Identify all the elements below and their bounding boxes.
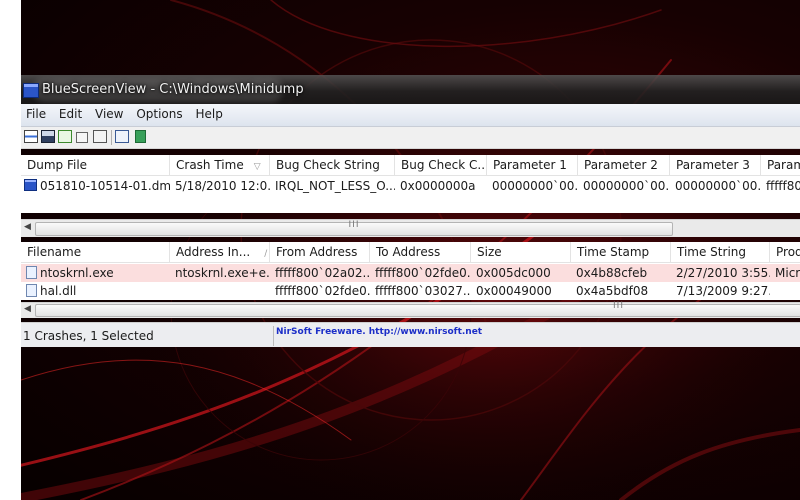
cell-time-string: 2/27/2010 3:55... bbox=[676, 266, 770, 280]
find-icon[interactable] bbox=[115, 130, 129, 143]
dump-file-icon bbox=[24, 179, 37, 191]
save-icon[interactable] bbox=[41, 130, 55, 143]
menu-view[interactable]: View bbox=[92, 104, 126, 121]
cell-from-address: fffff800`02fde0... bbox=[275, 284, 370, 298]
cell-time-stamp: 0x4b88cfeb bbox=[576, 266, 648, 280]
copy-icon[interactable] bbox=[76, 132, 88, 143]
properties-icon[interactable] bbox=[24, 130, 38, 143]
menu-help[interactable]: Help bbox=[192, 104, 225, 121]
cell-time-stamp: 0x4a5bdf08 bbox=[576, 284, 649, 298]
cell-product-name bbox=[770, 282, 800, 300]
column-parameter-3[interactable]: Parameter 3 bbox=[670, 155, 761, 175]
cell-bug-check-code: 0x0000000a bbox=[400, 179, 476, 193]
dump-file-name: 051810-10514-01.dmp bbox=[40, 179, 170, 193]
column-to-address[interactable]: To Address bbox=[370, 242, 471, 262]
cell-filename: hal.dll bbox=[21, 282, 170, 300]
dump-list-header: Dump File Crash Time ▽ Bug Check String B… bbox=[21, 155, 800, 176]
cell-bug-check-string: IRQL_NOT_LESS_O... bbox=[275, 179, 395, 193]
driver-row-ntoskrnl[interactable]: ntoskrnl.exe ntoskrnl.exe+e... fffff800`… bbox=[21, 264, 800, 282]
column-dump-file[interactable]: Dump File bbox=[21, 155, 170, 175]
status-bar: 1 Crashes, 1 Selected NirSoft Freeware. … bbox=[21, 322, 800, 347]
toolbar-separator bbox=[111, 130, 112, 145]
dump-list-scrollbar[interactable]: ◀ III bbox=[21, 219, 800, 237]
cell-crash-time: 5/18/2010 12:0... bbox=[175, 179, 270, 193]
cell-to-address: fffff800`03027... bbox=[375, 284, 471, 298]
sort-ascending-icon: ∕ bbox=[264, 249, 268, 259]
column-parameter-2[interactable]: Parameter 2 bbox=[578, 155, 670, 175]
column-from-address[interactable]: From Address bbox=[270, 242, 370, 262]
column-time-stamp[interactable]: Time Stamp bbox=[571, 242, 671, 262]
column-product-name[interactable]: Prod bbox=[770, 242, 800, 262]
menu-file[interactable]: File bbox=[21, 104, 49, 121]
column-filename[interactable]: Filename bbox=[21, 242, 170, 262]
cell-parameter-2: 00000000`00... bbox=[583, 179, 670, 193]
column-crash-time[interactable]: Crash Time ▽ bbox=[170, 155, 270, 175]
driver-list: Filename Address In... ∕ From Address To … bbox=[21, 242, 800, 300]
file-icon bbox=[26, 266, 37, 279]
column-bug-check-string[interactable]: Bug Check String bbox=[270, 155, 395, 175]
column-size[interactable]: Size bbox=[471, 242, 571, 262]
bluescreenview-app-icon bbox=[23, 83, 39, 98]
toolbar bbox=[21, 127, 800, 149]
dump-list: Dump File Crash Time ▽ Bug Check String B… bbox=[21, 155, 800, 213]
filename-text: hal.dll bbox=[40, 284, 77, 298]
cell-product-name: Micr bbox=[775, 266, 800, 280]
scroll-left-icon[interactable]: ◀ bbox=[24, 304, 31, 314]
refresh-icon[interactable] bbox=[58, 130, 72, 143]
menu-bar: File Edit View Options Help bbox=[21, 104, 800, 127]
dump-list-scroll-thumb[interactable]: III bbox=[35, 220, 673, 236]
driver-list-scrollbar[interactable]: ◀ III bbox=[21, 301, 800, 318]
scroll-left-icon[interactable]: ◀ bbox=[24, 222, 31, 232]
exit-icon[interactable] bbox=[135, 130, 146, 143]
cell-size: 0x005dc000 bbox=[476, 266, 551, 280]
sort-descending-icon: ▽ bbox=[253, 162, 261, 172]
column-parameter-1[interactable]: Parameter 1 bbox=[487, 155, 578, 175]
window-title: BlueScreenView - C:\Windows\Minidump bbox=[42, 82, 304, 97]
driver-list-header: Filename Address In... ∕ From Address To … bbox=[21, 242, 800, 263]
column-parameter-4[interactable]: Param bbox=[761, 155, 800, 175]
column-bug-check-code[interactable]: Bug Check C... bbox=[395, 155, 487, 175]
driver-row-hal[interactable]: hal.dll fffff800`02fde0... fffff800`0302… bbox=[21, 282, 800, 300]
cell-parameter-4: fffff80 bbox=[766, 179, 800, 193]
cell-parameter-1: 00000000`00... bbox=[492, 179, 578, 193]
html-report-icon[interactable] bbox=[93, 130, 107, 143]
cell-from-address: fffff800`02a02... bbox=[275, 266, 370, 280]
cell-parameter-3: 00000000`00... bbox=[675, 179, 761, 193]
column-address-in-stack-label: Address In... bbox=[176, 245, 251, 259]
column-time-string[interactable]: Time String bbox=[671, 242, 770, 262]
cell-dump-file: 051810-10514-01.dmp bbox=[21, 177, 170, 195]
driver-list-scroll-thumb[interactable]: III bbox=[35, 301, 800, 317]
cell-address-in-stack bbox=[170, 282, 270, 300]
cell-to-address: fffff800`02fde0... bbox=[375, 266, 471, 280]
cell-filename: ntoskrnl.exe bbox=[21, 264, 170, 282]
nirsoft-link[interactable]: NirSoft Freeware. http://www.nirsoft.net bbox=[276, 327, 482, 337]
title-bar[interactable]: BlueScreenView - C:\Windows\Minidump bbox=[21, 75, 800, 104]
cell-address-in-stack: ntoskrnl.exe+e... bbox=[175, 266, 270, 280]
column-crash-time-label: Crash Time bbox=[176, 158, 244, 172]
bluescreenview-window: BlueScreenView - C:\Windows\Minidump Fil… bbox=[21, 75, 800, 347]
menu-options[interactable]: Options bbox=[133, 104, 185, 121]
status-summary: 1 Crashes, 1 Selected bbox=[23, 329, 154, 343]
cell-size: 0x00049000 bbox=[476, 284, 552, 298]
cell-time-string: 7/13/2009 9:27... bbox=[676, 284, 770, 298]
column-address-in-stack[interactable]: Address In... ∕ bbox=[170, 242, 270, 262]
dump-row[interactable]: 051810-10514-01.dmp 5/18/2010 12:0... IR… bbox=[21, 177, 800, 195]
filename-text: ntoskrnl.exe bbox=[40, 266, 114, 280]
file-icon bbox=[26, 284, 37, 297]
menu-edit[interactable]: Edit bbox=[56, 104, 85, 121]
scroll-grip: III bbox=[613, 301, 624, 311]
scroll-grip: III bbox=[348, 220, 360, 230]
status-divider bbox=[273, 326, 274, 346]
